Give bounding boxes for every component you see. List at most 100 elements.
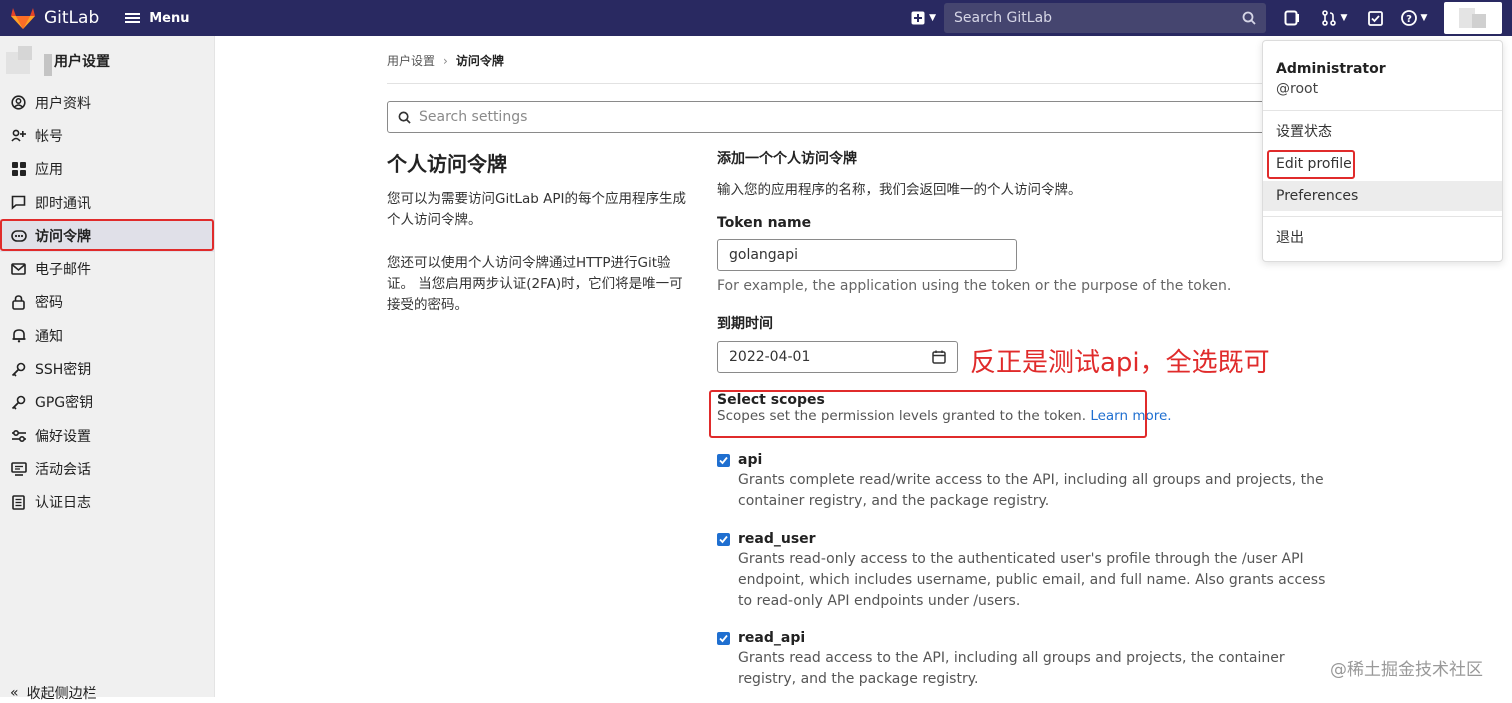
check-icon	[719, 634, 728, 642]
chevron-down-icon: ▼	[929, 13, 936, 23]
breadcrumb-separator-icon: ›	[443, 53, 448, 68]
sidebar-item-emails[interactable]: 电子邮件	[0, 252, 214, 285]
scope-name: api	[738, 452, 763, 468]
account-icon	[10, 127, 27, 144]
git-auth-paragraph: 您还可以使用个人访问令牌通过HTTP进行Git验证。 当您启用两步认证(2FA)…	[387, 255, 683, 313]
expiry-label: 到期时间	[717, 316, 773, 332]
expiry-date-value: 2022-04-01	[729, 349, 811, 365]
breadcrumb-divider	[387, 83, 1267, 84]
scope-description: Grants read access to the API, including…	[738, 650, 1285, 687]
settings-search-input[interactable]: Search settings	[387, 101, 1277, 133]
scope-checkbox[interactable]	[717, 532, 730, 546]
merge-requests-nav-button[interactable]: ▼	[1312, 0, 1356, 36]
sidebar-title: 用户设置	[54, 54, 110, 70]
annotation-note: 反正是测试api，全选既可	[970, 348, 1270, 378]
expiry-date-input[interactable]: 2022-04-01	[717, 341, 958, 373]
sidebar-item-label: 即时通讯	[35, 195, 91, 212]
set-status-item[interactable]: 设置状态	[1263, 117, 1502, 147]
sidebar-item-gpg-keys[interactable]: GPG密钥	[0, 386, 214, 419]
scope-read-user: read_user Grants read-only access to the…	[717, 531, 1337, 612]
avatar-placeholder-icon	[1459, 8, 1486, 28]
brand[interactable]: GitLab	[10, 6, 99, 30]
sidebar-item-notifications[interactable]: 通知	[0, 319, 214, 352]
token-name-label: Token name	[717, 215, 812, 231]
sidebar-item-label: 认证日志	[35, 495, 91, 512]
add-token-form: 添加一个个人访问令牌 输入您的应用程序的名称，我们会返回唯一的个人访问令牌。 T…	[717, 148, 1357, 424]
menu-button[interactable]: Menu	[125, 11, 190, 26]
scope-checkbox[interactable]	[717, 453, 730, 467]
search-icon	[1242, 11, 1256, 25]
sidebar-item-applications[interactable]: 应用	[0, 153, 214, 186]
todo-check-icon	[1367, 10, 1383, 26]
merge-request-icon	[1321, 10, 1336, 26]
sidebar-item-label: 访问令牌	[35, 228, 91, 245]
watermark: @稀土掘金技术社区	[1330, 660, 1483, 680]
sidebar-header[interactable]: 用户设置	[0, 36, 214, 86]
sidebar-item-account[interactable]: 帐号	[0, 119, 214, 152]
issues-nav-button[interactable]	[1272, 0, 1312, 36]
token-name-help: For example, the application using the t…	[717, 278, 1232, 294]
breadcrumb-current[interactable]: 访问令牌	[456, 52, 504, 69]
sidebar-item-label: GPG密钥	[35, 395, 94, 412]
todos-nav-button[interactable]	[1356, 0, 1394, 36]
collapse-icon: «	[10, 685, 19, 701]
settings-search-placeholder: Search settings	[419, 109, 528, 125]
search-placeholder: Search GitLab	[954, 10, 1053, 26]
breadcrumb-parent[interactable]: 用户设置	[387, 52, 435, 69]
gitlab-logo-icon	[11, 8, 35, 29]
dropdown-username[interactable]: @root	[1276, 81, 1318, 97]
sidebar-item-preferences[interactable]: 偏好设置	[0, 419, 214, 452]
calendar-icon[interactable]	[932, 350, 946, 364]
sidebar-item-password[interactable]: 密码	[0, 286, 214, 319]
chevron-down-icon: ▼	[1340, 13, 1348, 23]
token-info-column: 个人访问令牌 您可以为需要访问GitLab API的每个应用程序生成个人访问令牌…	[387, 148, 687, 338]
scope-name: read_user	[738, 531, 816, 547]
intro-paragraph: 您可以为需要访问GitLab API的每个应用程序生成个人访问令牌。	[387, 191, 687, 228]
sidebar-item-label: 帐号	[35, 128, 63, 145]
sidebar-item-auth-log[interactable]: 认证日志	[0, 486, 214, 519]
new-item-dropdown[interactable]: ▼	[911, 0, 936, 36]
user-avatar-button[interactable]	[1444, 2, 1502, 34]
sidebar-item-access-tokens[interactable]: 访问令牌	[0, 219, 214, 253]
sidebar-item-label: 活动会话	[35, 461, 91, 478]
sidebar-item-label: 偏好设置	[35, 428, 91, 445]
settings-sidebar: 用户设置 用户资料 帐号 应用 即时通讯 访问令牌 电子邮件 密码 通知 SSH…	[0, 36, 215, 702]
dropdown-divider	[1263, 110, 1502, 111]
page-title: 个人访问令牌	[387, 152, 507, 176]
issues-icon	[1284, 10, 1299, 26]
form-heading: 添加一个个人访问令牌	[717, 151, 857, 167]
user-icon	[10, 94, 27, 111]
edit-profile-highlight-box	[1267, 150, 1355, 179]
form-subheading: 输入您的应用程序的名称，我们会返回唯一的个人访问令牌。	[717, 182, 1082, 198]
sidebar-item-label: 通知	[35, 328, 63, 345]
sidebar-item-label: SSH密钥	[35, 362, 92, 379]
scope-checkbox[interactable]	[717, 631, 730, 645]
check-icon	[719, 456, 728, 464]
top-navbar: GitLab Menu ▼ Search GitLab ▼ ? ▼	[0, 0, 1512, 36]
sidebar-item-label: 密码	[35, 295, 63, 312]
gpg-key-icon	[10, 394, 27, 411]
sidebar-item-chat[interactable]: 即时通讯	[0, 186, 214, 219]
hamburger-icon	[125, 11, 141, 25]
dropdown-user-name[interactable]: Administrator	[1276, 61, 1386, 77]
applications-icon	[10, 161, 27, 178]
lock-icon	[10, 294, 27, 311]
sidebar-item-active-sessions[interactable]: 活动会话	[0, 452, 214, 485]
help-icon: ?	[1400, 10, 1417, 26]
sidebar-item-ssh-keys[interactable]: SSH密钥	[0, 352, 214, 385]
sign-out-item[interactable]: 退出	[1263, 223, 1502, 253]
monitor-icon	[10, 460, 27, 477]
dropdown-divider	[1263, 216, 1502, 217]
collapse-sidebar-button[interactable]: « 收起侧边栏	[10, 683, 97, 703]
bell-icon	[10, 327, 27, 344]
breadcrumb: 用户设置 › 访问令牌	[387, 52, 504, 69]
preferences-item[interactable]: Preferences	[1263, 181, 1502, 211]
help-nav-button[interactable]: ? ▼	[1394, 0, 1434, 36]
key-icon	[10, 361, 27, 378]
svg-text:?: ?	[1406, 14, 1412, 25]
chat-icon	[10, 194, 27, 211]
global-search-input[interactable]: Search GitLab	[944, 3, 1266, 33]
token-name-input[interactable]: golangapi	[717, 239, 1017, 271]
sidebar-item-profile[interactable]: 用户资料	[0, 86, 214, 119]
chevron-down-icon: ▼	[1420, 13, 1428, 23]
